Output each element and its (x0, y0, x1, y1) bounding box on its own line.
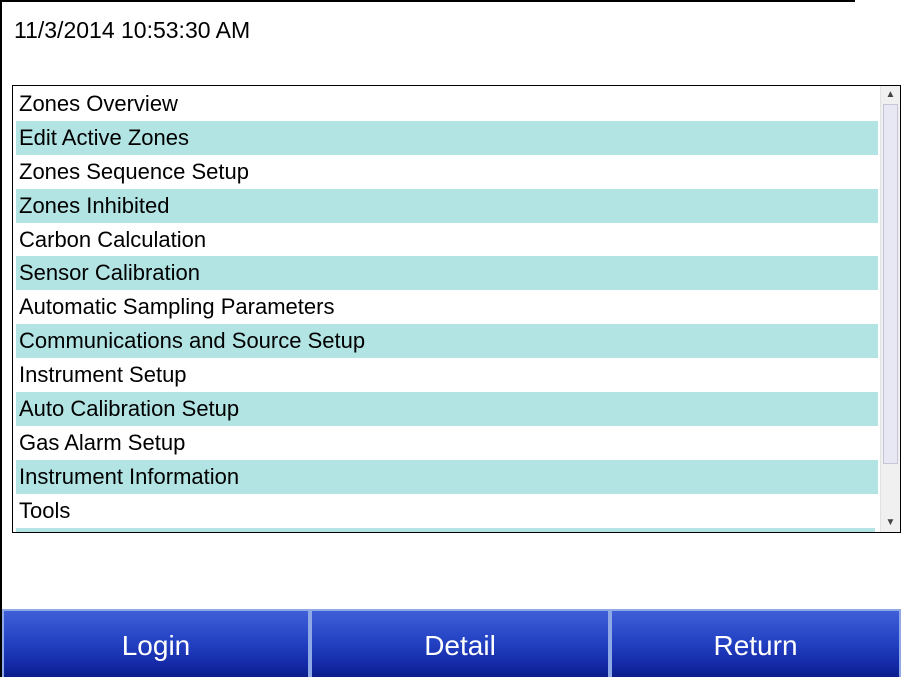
menu-listbox[interactable]: Zones Overview Edit Active Zones Zones Seq… (12, 85, 901, 533)
scroll-down-icon[interactable]: ▼ (881, 514, 900, 532)
menu-item[interactable]: Automatic Sampling Parameters (16, 290, 878, 324)
menu-item[interactable]: Carbon Calculation (16, 223, 878, 257)
menu-item[interactable]: Zones Inhibited (16, 188, 878, 223)
menu-item[interactable]: Zones Overview (16, 87, 878, 121)
menu-item[interactable]: Gas Alarm Setup (16, 426, 878, 460)
detail-button[interactable]: Detail (310, 609, 610, 677)
menu-item[interactable]: Edit Active Zones (16, 120, 878, 155)
menu-item[interactable]: Instrument Setup (16, 358, 878, 392)
datetime-display: 11/3/2014 10:53:30 AM (14, 17, 251, 43)
scrollbar[interactable]: ▲ ▼ (880, 86, 900, 532)
menu-item-partial[interactable] (16, 528, 875, 532)
scroll-up-icon[interactable]: ▲ (881, 86, 900, 104)
login-button[interactable]: Login (2, 609, 310, 677)
return-button[interactable]: Return (610, 609, 901, 677)
menu-item[interactable]: Auto Calibration Setup (16, 392, 878, 426)
menu-items: Zones Overview Edit Active Zones Zones Seq… (16, 87, 878, 528)
menu-item[interactable]: Instrument Information (16, 459, 878, 494)
frame-gap (855, 0, 901, 4)
menu-item[interactable]: Zones Sequence Setup (16, 155, 878, 189)
button-bar: Login Detail Return (2, 609, 901, 677)
menu-item[interactable]: Tools (16, 494, 878, 528)
menu-item[interactable]: Communications and Source Setup (16, 324, 878, 359)
menu-item[interactable]: Sensor Calibration (16, 256, 878, 291)
scroll-thumb[interactable] (883, 104, 898, 464)
